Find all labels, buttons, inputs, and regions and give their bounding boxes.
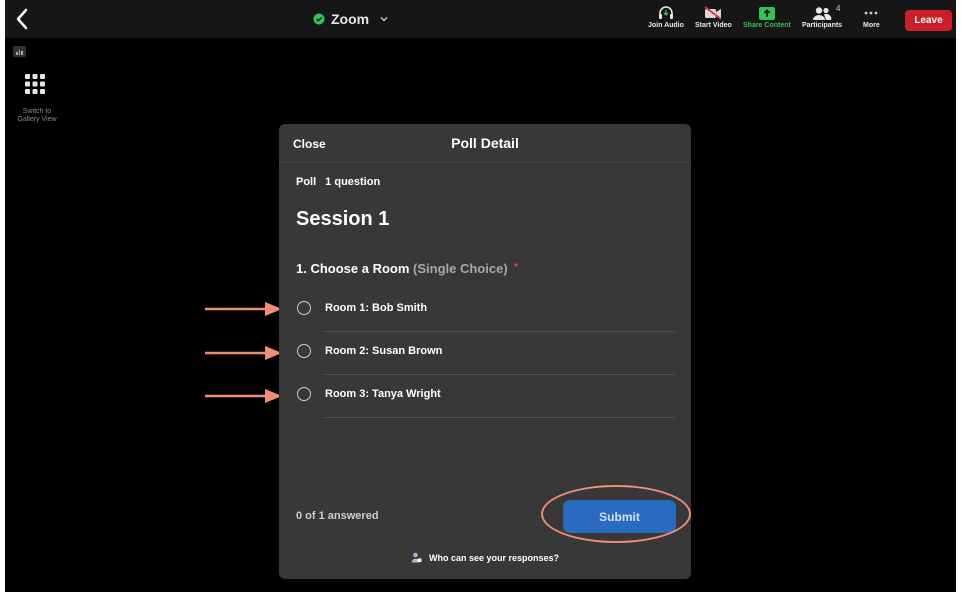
poll-option-2[interactable]: Room 2: Susan Brown [296,332,675,375]
start-video-label: Start Video [695,22,732,29]
who-can-see-link[interactable]: Who can see your responses? [279,552,691,563]
stats-icon[interactable] [13,46,26,57]
highlight-circle [541,485,691,543]
poll-label: Poll [296,176,317,188]
more-label: More [863,22,880,29]
zoom-screen: Zoom Join Audio Start Video Share Conten… [5,0,956,592]
share-screen-icon [758,6,775,20]
option-label: Room 2: Susan Brown [325,345,443,357]
share-content-button[interactable]: Share Content [743,4,791,34]
arrow-right-icon [205,389,282,403]
join-audio-label: Join Audio [648,22,684,29]
poll-option-3[interactable]: Room 3: Tanya Wright [296,375,675,418]
more-dots-icon [864,11,878,15]
poll-detail-dialog: Close Poll Detail Poll 1 question Session… [279,124,691,579]
radio-button[interactable] [297,344,311,358]
arrow-right-icon [205,302,282,316]
radio-button[interactable] [297,387,311,401]
answered-status: 0 of 1 answered [296,510,379,522]
meeting-title[interactable]: Zoom [313,9,389,29]
dialog-title: Poll Detail [451,135,519,151]
gallery-grid-icon[interactable] [24,73,46,95]
question-count: 1 question [325,176,381,188]
participants-icon [813,6,832,20]
question-text: 1. Choose a Room [296,261,410,276]
share-content-label: Share Content [743,22,791,29]
required-mark: * [514,262,519,273]
radio-button[interactable] [297,301,311,315]
switch-gallery-label[interactable]: Switch to Gallery View [7,108,67,124]
top-toolbar: Zoom Join Audio Start Video Share Conten… [5,0,956,38]
arrow-right-icon [205,346,282,360]
option-label: Room 3: Tanya Wright [325,388,441,400]
who-can-see-label: Who can see your responses? [428,552,560,563]
participants-count: 4 [836,4,841,13]
back-chevron-icon[interactable] [11,6,33,32]
shield-icon [313,13,325,25]
poll-option-1[interactable]: Room 1: Bob Smith [296,289,675,332]
leave-button[interactable]: Leave [905,10,952,31]
question-heading: 1. Choose a Room (Single Choice) * [296,261,518,276]
chevron-down-icon [380,17,388,22]
join-audio-button[interactable]: Join Audio [648,4,684,34]
headphones-icon [658,6,673,19]
option-label: Room 1: Bob Smith [325,302,428,314]
session-title: Session 1 [296,208,390,230]
participants-label: Participants [802,22,843,29]
person-lock-icon [411,552,422,563]
dialog-header: Close Poll Detail [279,124,691,163]
start-video-button[interactable]: Start Video [695,4,732,34]
more-button[interactable]: More [863,4,880,34]
poll-meta: Poll 1 question [296,176,380,188]
divider [323,417,675,418]
question-type: (Single Choice) [413,261,508,276]
video-off-icon [704,6,722,20]
meeting-title-text: Zoom [331,11,370,27]
